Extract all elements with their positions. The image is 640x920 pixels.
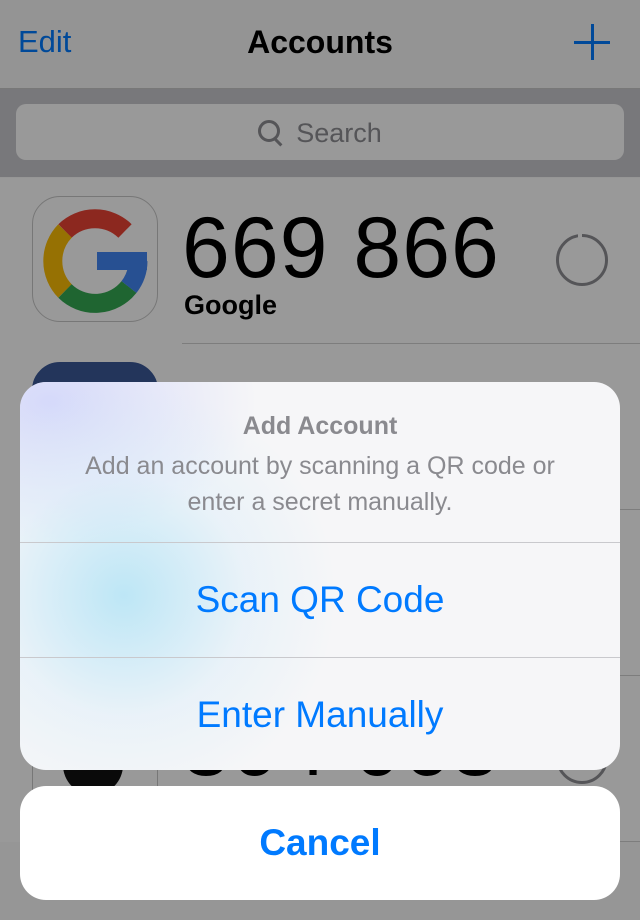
cancel-button[interactable]: Cancel bbox=[20, 786, 620, 900]
enter-manually-button[interactable]: Enter Manually bbox=[20, 658, 620, 770]
action-sheet-message: Add an account by scanning a QR code or … bbox=[85, 452, 555, 516]
action-sheet-title: Add Account bbox=[242, 412, 398, 440]
action-sheet: Add Account Add an account by scanning a… bbox=[20, 382, 620, 770]
action-sheet-header: Add Account Add an account by scanning a… bbox=[20, 382, 620, 542]
scan-qr-code-button[interactable]: Scan QR Code bbox=[20, 543, 620, 657]
